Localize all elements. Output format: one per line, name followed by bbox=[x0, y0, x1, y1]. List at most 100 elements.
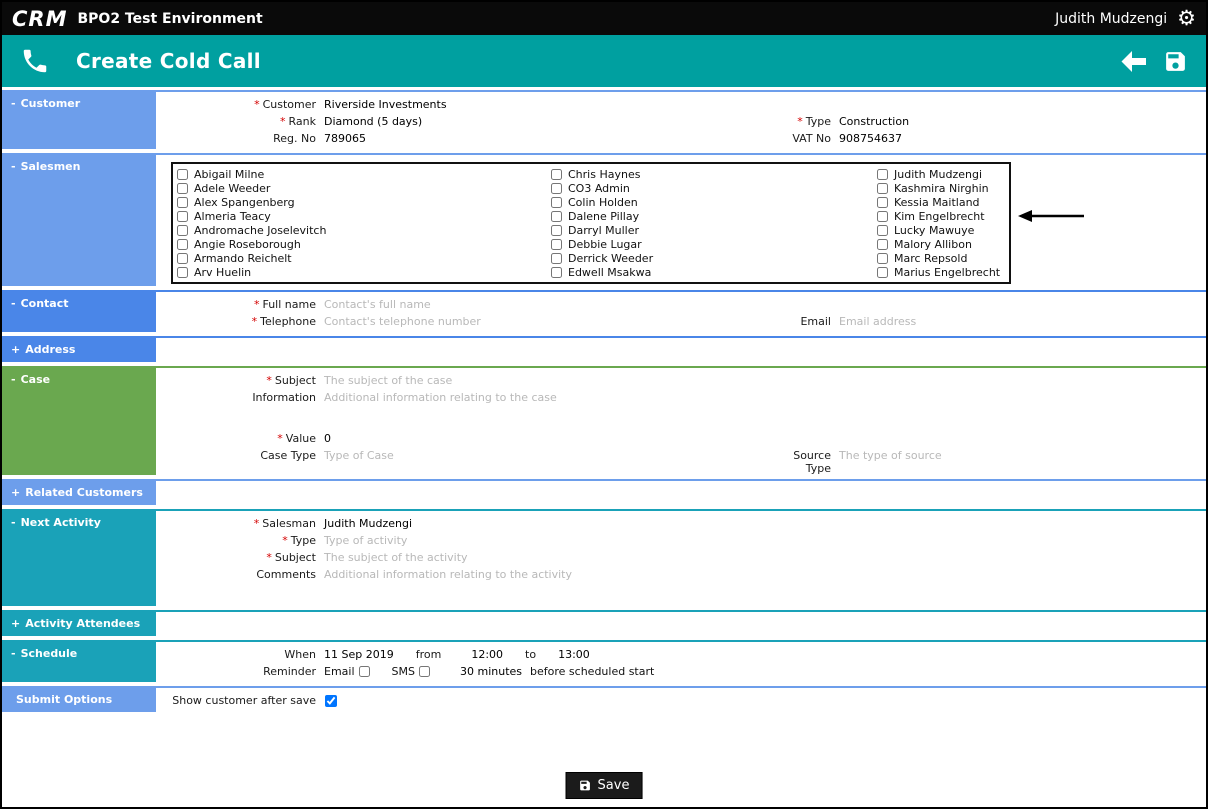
email-input[interactable]: Email address bbox=[831, 315, 916, 328]
salesman-checkbox[interactable] bbox=[877, 224, 888, 236]
salesman-checkbox[interactable] bbox=[177, 238, 188, 250]
salesman-option[interactable]: Dalene Pillay bbox=[550, 209, 876, 223]
customer-row: * Customer Riverside Investments bbox=[156, 98, 1206, 115]
salesman-name: Derrick Weeder bbox=[568, 251, 654, 265]
section-header-next-activity[interactable]: - Next Activity bbox=[2, 509, 156, 606]
section-contact: - Contact * Full name Contact's full name … bbox=[2, 290, 1206, 332]
salesman-option[interactable]: Malory Allibon bbox=[876, 237, 1009, 251]
section-header-contact[interactable]: - Contact bbox=[2, 290, 156, 332]
section-header-submit-options[interactable]: Submit Options bbox=[2, 686, 156, 712]
salesman-option[interactable]: Kim Engelbrecht bbox=[876, 209, 1009, 223]
salesman-checkbox[interactable] bbox=[177, 210, 188, 222]
activity-salesman-field[interactable]: Judith Mudzengi bbox=[316, 517, 412, 530]
save-icon-button[interactable] bbox=[1163, 49, 1188, 74]
salesman-option[interactable]: CO3 Admin bbox=[550, 181, 876, 195]
reminder-sms-checkbox[interactable] bbox=[419, 666, 430, 677]
salesman-checkbox[interactable] bbox=[177, 196, 188, 208]
from-label: from bbox=[415, 648, 442, 661]
salesman-option[interactable]: Lucky Mawuye bbox=[876, 223, 1009, 237]
settings-gear-icon[interactable]: ⚙ bbox=[1177, 8, 1196, 29]
section-header-salesmen[interactable]: - Salesmen bbox=[2, 153, 156, 286]
case-value-input[interactable]: 0 bbox=[316, 432, 331, 445]
salesman-checkbox[interactable] bbox=[177, 168, 188, 180]
salesman-checkbox[interactable] bbox=[177, 266, 188, 278]
source-type-input[interactable]: The type of source bbox=[831, 449, 942, 462]
collapse-toggle-icon: - bbox=[11, 297, 16, 310]
salesman-option[interactable]: Edwell Msakwa bbox=[550, 265, 876, 279]
salesman-option[interactable]: Angie Roseborough bbox=[176, 237, 550, 251]
salesman-option[interactable]: Arv Huelin bbox=[176, 265, 550, 279]
vatno-value-field[interactable]: 908754637 bbox=[831, 132, 902, 145]
salesman-option[interactable]: Kashmira Nirghin bbox=[876, 181, 1009, 195]
reminder-email-checkbox[interactable] bbox=[358, 666, 370, 677]
activity-subject-input[interactable]: The subject of the activity bbox=[316, 551, 468, 564]
fullname-input[interactable]: Contact's full name bbox=[316, 298, 431, 311]
salesman-checkbox[interactable] bbox=[177, 182, 188, 194]
section-header-case[interactable]: - Case bbox=[2, 366, 156, 475]
salesman-option[interactable]: Marius Engelbrecht bbox=[876, 265, 1009, 279]
when-date-field[interactable]: 11 Sep 2019 bbox=[316, 648, 394, 661]
regno-label: Reg. No bbox=[273, 132, 316, 145]
salesman-option[interactable]: Judith Mudzengi bbox=[876, 167, 1009, 181]
reminder-minutes-field[interactable]: 30 minutes bbox=[452, 665, 522, 678]
telephone-input[interactable]: Contact's telephone number bbox=[316, 315, 771, 328]
salesman-checkbox[interactable] bbox=[551, 196, 562, 208]
salesman-option[interactable]: Marc Repsold bbox=[876, 251, 1009, 265]
salesman-name: Debbie Lugar bbox=[568, 237, 642, 251]
salesman-option[interactable]: Debbie Lugar bbox=[550, 237, 876, 251]
salesman-option[interactable]: Almeria Teacy bbox=[176, 209, 550, 223]
current-user[interactable]: Judith Mudzengi bbox=[1055, 11, 1167, 27]
salesman-option[interactable]: Andromache Joselevitch bbox=[176, 223, 550, 237]
activity-type-input[interactable]: Type of activity bbox=[316, 534, 407, 547]
customer-value-field[interactable]: Riverside Investments bbox=[316, 98, 447, 111]
salesman-option[interactable]: Chris Haynes bbox=[550, 167, 876, 181]
salesman-checkbox[interactable] bbox=[877, 196, 888, 208]
salesman-option[interactable]: Adele Weeder bbox=[176, 181, 550, 195]
fullname-row: * Full name Contact's full name bbox=[156, 298, 1206, 315]
regno-value-field[interactable]: 789065 bbox=[316, 132, 771, 145]
case-subject-input[interactable]: The subject of the case bbox=[316, 374, 452, 387]
salesman-checkbox[interactable] bbox=[551, 224, 562, 236]
salesman-option[interactable]: Alex Spangenberg bbox=[176, 195, 550, 209]
salesman-option[interactable]: Colin Holden bbox=[550, 195, 876, 209]
salesman-option[interactable]: Abigail Milne bbox=[176, 167, 550, 181]
section-header-related-customers[interactable]: + Related Customers bbox=[2, 479, 156, 505]
salesman-checkbox[interactable] bbox=[877, 182, 888, 194]
salesman-checkbox[interactable] bbox=[877, 238, 888, 250]
salesman-checkbox[interactable] bbox=[551, 182, 562, 194]
section-header-schedule[interactable]: - Schedule bbox=[2, 640, 156, 682]
save-button[interactable]: Save bbox=[565, 772, 643, 799]
type-value-field[interactable]: Construction bbox=[831, 115, 909, 128]
activity-comments-textarea[interactable]: Additional information relating to the a… bbox=[316, 568, 572, 606]
salesman-checkbox[interactable] bbox=[877, 252, 888, 264]
salesman-checkbox[interactable] bbox=[177, 224, 188, 236]
from-time-field[interactable]: 12:00 bbox=[463, 648, 503, 661]
salesman-option[interactable]: Kessia Maitland bbox=[876, 195, 1009, 209]
salesman-checkbox[interactable] bbox=[551, 266, 562, 278]
salesman-checkbox[interactable] bbox=[551, 168, 562, 180]
salesman-option[interactable]: Armando Reichelt bbox=[176, 251, 550, 265]
salesman-checkbox[interactable] bbox=[877, 168, 888, 180]
salesman-option[interactable]: Darryl Muller bbox=[550, 223, 876, 237]
salesman-checkbox[interactable] bbox=[177, 252, 188, 264]
salesman-name: Abigail Milne bbox=[194, 167, 265, 181]
reminder-email-option[interactable]: Email bbox=[316, 665, 370, 678]
back-button[interactable] bbox=[1120, 50, 1147, 73]
salesman-checkbox[interactable] bbox=[551, 252, 562, 264]
section-header-activity-attendees[interactable]: + Activity Attendees bbox=[2, 610, 156, 636]
to-time-field[interactable]: 13:00 bbox=[550, 648, 590, 661]
salesman-checkbox[interactable] bbox=[551, 238, 562, 250]
schedule-reminder-row: Reminder Email SMS 30 minutes before sch… bbox=[156, 665, 1206, 682]
salesman-checkbox[interactable] bbox=[551, 210, 562, 222]
salesman-checkbox[interactable] bbox=[877, 266, 888, 278]
section-header-address[interactable]: + Address bbox=[2, 336, 156, 362]
section-schedule: - Schedule When 11 Sep 2019 from 12:00 to… bbox=[2, 640, 1206, 682]
salesman-option[interactable]: Derrick Weeder bbox=[550, 251, 876, 265]
section-header-customer[interactable]: - Customer bbox=[2, 90, 156, 149]
case-type-input[interactable]: Type of Case bbox=[316, 449, 771, 462]
show-customer-checkbox[interactable] bbox=[325, 695, 337, 707]
salesman-checkbox[interactable] bbox=[877, 210, 888, 222]
case-information-textarea[interactable]: Additional information relating to the c… bbox=[316, 391, 557, 432]
rank-value-field[interactable]: Diamond (5 days) bbox=[316, 115, 771, 128]
reminder-sms-option[interactable]: SMS bbox=[384, 665, 430, 678]
